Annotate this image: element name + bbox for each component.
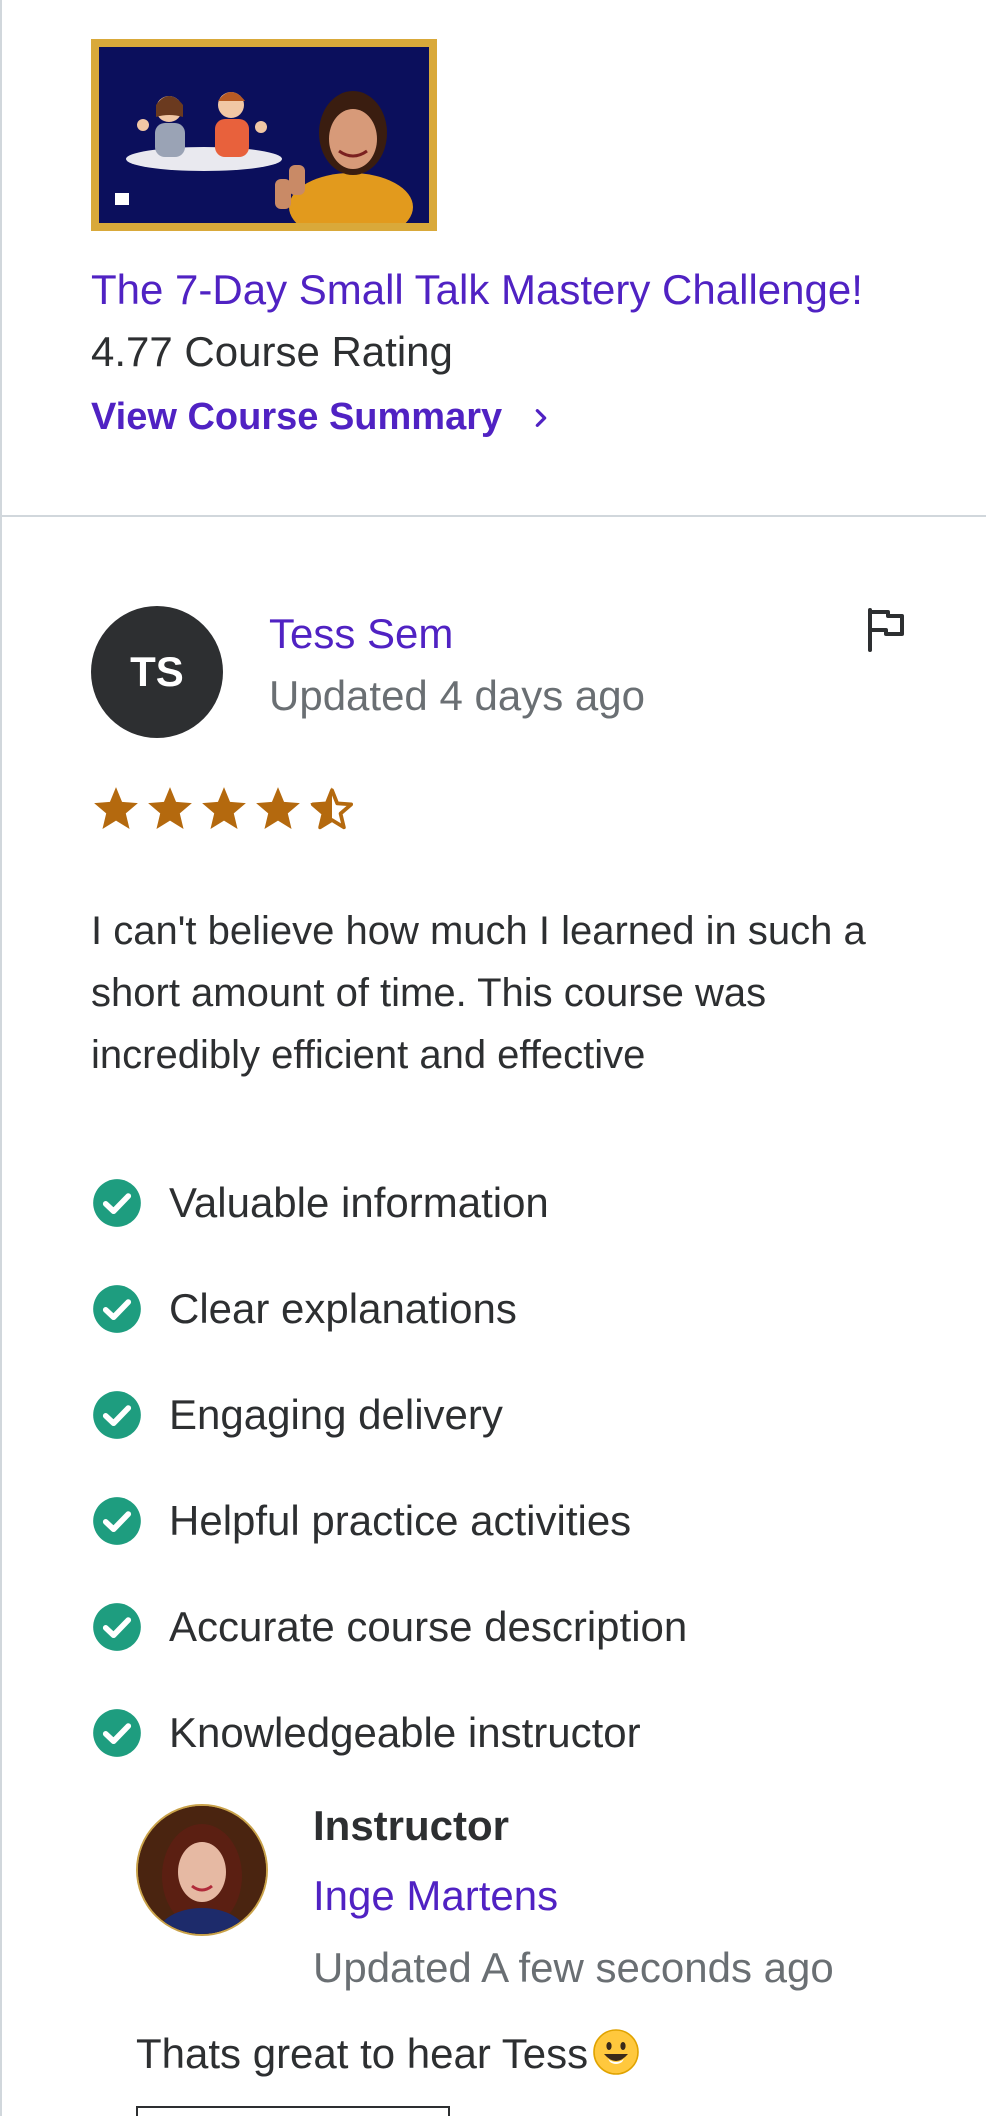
review-timestamp: Updated 4 days ago	[269, 672, 645, 719]
review-tag-label: Engaging delivery	[169, 1391, 503, 1438]
course-thumbnail-art	[99, 47, 429, 223]
check-circle-icon	[93, 1709, 141, 1757]
review-tag-label: Valuable information	[169, 1179, 549, 1226]
chevron-right-icon	[535, 408, 547, 427]
course-title[interactable]: The 7-Day Small Talk Mastery Challenge!	[91, 266, 863, 314]
instructor-avatar	[136, 1804, 268, 1936]
instructor-photo	[138, 1806, 266, 1934]
course-rating: 4.77 Course Rating	[91, 328, 453, 375]
star-icon	[94, 787, 138, 829]
helpful-button[interactable]	[136, 2106, 450, 2116]
reviewer-avatar-initials: TS	[130, 648, 184, 695]
review-star-rating	[91, 784, 357, 834]
star-icon	[202, 787, 246, 829]
section-divider	[2, 515, 986, 517]
review-tag-label: Accurate course description	[169, 1603, 688, 1650]
instructor-response-timestamp: Updated A few seconds ago	[313, 1944, 834, 1991]
review-tag: Engaging delivery	[91, 1362, 687, 1468]
review-page: The 7-Day Small Talk Mastery Challenge! …	[0, 0, 986, 2116]
instructor-response-body: Thats great to hear Tess	[136, 2030, 589, 2077]
review-tag-list: Valuable information Clear explanations …	[91, 1150, 687, 1786]
report-flag-button[interactable]	[864, 606, 908, 654]
review-body: I can't believe how much I learned in su…	[91, 909, 866, 1077]
view-course-summary-label: View Course Summary	[91, 396, 503, 438]
course-thumbnail[interactable]	[91, 39, 437, 231]
review-tag-label: Helpful practice activities	[169, 1497, 632, 1544]
review-tag: Helpful practice activities	[91, 1468, 687, 1574]
review-tag-label: Knowledgeable instructor	[169, 1709, 641, 1756]
review-tag-label: Clear explanations	[169, 1285, 517, 1332]
reviewer-name[interactable]: Tess Sem	[269, 610, 453, 658]
star-icon	[256, 787, 300, 829]
review-tag: Accurate course description	[91, 1574, 687, 1680]
check-circle-icon	[93, 1285, 141, 1333]
check-circle-icon	[93, 1497, 141, 1545]
review-tag: Clear explanations	[91, 1256, 687, 1362]
view-course-summary-link[interactable]: View Course Summary	[91, 396, 552, 439]
check-circle-icon	[93, 1391, 141, 1439]
check-circle-icon	[93, 1179, 141, 1227]
review-tag: Valuable information	[91, 1150, 687, 1256]
instructor-name[interactable]: Inge Martens	[313, 1872, 558, 1920]
instructor-response-text: Thats great to hear Tess	[136, 2028, 640, 2078]
flag-icon	[868, 608, 904, 652]
reviewer-avatar: TS	[91, 606, 223, 738]
star-icon	[148, 787, 192, 829]
smiley-emoji-icon	[593, 2029, 639, 2075]
review-tag: Knowledgeable instructor	[91, 1680, 687, 1786]
check-circle-icon	[93, 1603, 141, 1651]
star-half-icon	[310, 787, 354, 830]
instructor-label: Instructor	[313, 1802, 510, 1849]
